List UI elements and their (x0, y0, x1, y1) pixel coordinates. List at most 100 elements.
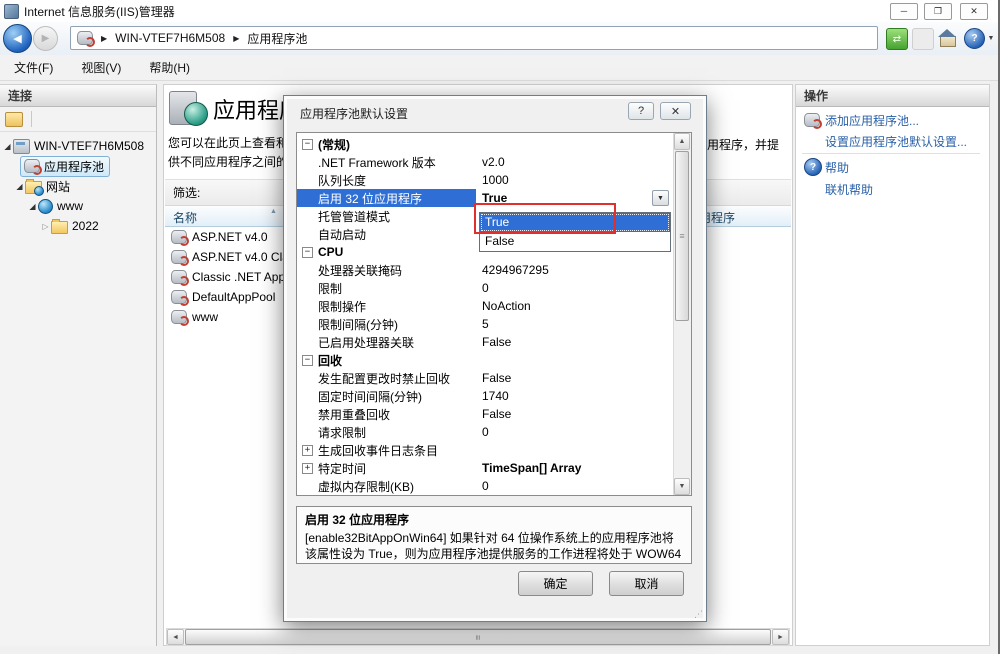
collapse-icon[interactable]: − (302, 355, 313, 366)
property-row-expandable[interactable]: + 生成回收事件日志条目 (297, 441, 674, 459)
app-pools-page-icon (169, 91, 197, 125)
page-intro-line1: 您可以在此页上查看和 (168, 134, 288, 151)
collapse-icon[interactable]: − (302, 139, 313, 150)
tree-item-label: www (57, 199, 83, 213)
tree-item-app-pools[interactable]: 应用程序池 (20, 156, 156, 176)
scroll-up-icon[interactable]: ▲ (674, 133, 690, 150)
tree-item-label: 2022 (72, 219, 99, 233)
column-header-name[interactable]: 名称 (173, 209, 197, 226)
resize-grip-icon[interactable]: ⋰ (694, 609, 703, 620)
iis-manager-window: Internet 信息服务(IIS)管理器 ─ ❐ ✕ ◀ ▶ ▶ WIN-VT… (0, 0, 1000, 654)
property-row[interactable]: 虚拟内存限制(KB) 0 (297, 477, 674, 495)
app-pool-icon (171, 230, 187, 244)
app-pool-icon (171, 250, 187, 264)
property-row[interactable]: 队列长度 1000 (297, 171, 674, 189)
tree-item-sites[interactable]: ◢ 网站 (14, 176, 156, 196)
save-connection-icon[interactable] (5, 112, 23, 127)
chevron-down-icon[interactable]: ▼ (986, 28, 996, 48)
menu-view[interactable]: 视图(V) (67, 59, 135, 76)
online-help-link[interactable]: 联机帮助 (825, 181, 873, 198)
property-row[interactable]: 处理器关联掩码 4294967295 (297, 261, 674, 279)
tree-item-server[interactable]: ◢ WIN-VTEF7H6M508 (2, 136, 156, 156)
help-link[interactable]: 帮助 (825, 159, 849, 176)
scroll-down-icon[interactable]: ▼ (674, 478, 690, 495)
property-row[interactable]: .NET Framework 版本 v2.0 (297, 153, 674, 171)
property-rows: − (常规) .NET Framework 版本 v2.0 队列长度 1000 … (297, 135, 674, 495)
scroll-left-icon[interactable]: ◄ (167, 629, 184, 645)
globe-icon (38, 199, 53, 214)
add-app-pool-icon (804, 113, 820, 127)
window-titlebar[interactable]: Internet 信息服务(IIS)管理器 ─ ❐ ✕ (0, 0, 1000, 22)
breadcrumb[interactable]: ▶ WIN-VTEF7H6M508 ▶ 应用程序池 (70, 26, 878, 50)
toolbar-separator (31, 111, 32, 127)
help-icon: ? (804, 158, 822, 176)
property-row[interactable]: 限制操作 NoAction (297, 297, 674, 315)
address-bar: ◀ ▶ ▶ WIN-VTEF7H6M508 ▶ 应用程序池 ⇄ ? ▼ (0, 22, 1000, 56)
property-row[interactable]: 发生配置更改时禁止回收 False (297, 369, 674, 387)
window-title: Internet 信息服务(IIS)管理器 (24, 3, 175, 20)
chevron-right-icon: ▶ (101, 34, 107, 43)
app-pool-icon (171, 310, 187, 324)
back-icon[interactable]: ◀ (3, 24, 32, 53)
expand-icon[interactable]: + (302, 445, 313, 456)
breadcrumb-server[interactable]: WIN-VTEF7H6M508 (115, 31, 225, 45)
cancel-button[interactable]: 取消 (609, 571, 684, 596)
property-description-box: 启用 32 位应用程序 [enable32BitAppOnWin64] 如果针对… (296, 506, 692, 564)
tree-item-2022[interactable]: ▷ 2022 (40, 216, 156, 236)
connections-panel: 连接 ◢ WIN-VTEF7H6M508 应用程序池 ◢ 网站 (0, 84, 157, 646)
page-intro-right-fragment: 用程序，并提 (707, 136, 779, 153)
vertical-scrollbar[interactable]: ▲ ≡ ▼ (673, 133, 691, 495)
property-row[interactable]: 禁用重叠回收 False (297, 405, 674, 423)
minimize-icon[interactable]: ─ (890, 3, 918, 20)
help-icon[interactable]: ? (964, 28, 985, 49)
scrollbar-thumb[interactable]: ≡ (185, 629, 771, 645)
dropdown-option-false[interactable]: False (480, 232, 670, 251)
app-pool-icon (171, 270, 187, 284)
connections-header: 连接 (0, 85, 156, 107)
folder-icon (51, 221, 68, 234)
tree-selection-highlight[interactable]: 应用程序池 (20, 156, 110, 177)
actions-divider (802, 153, 980, 154)
property-group-general[interactable]: − (常规) (297, 135, 674, 153)
home-icon[interactable] (938, 28, 958, 48)
ok-button[interactable]: 确定 (518, 571, 593, 596)
app-pool-name: Classic .NET App (192, 270, 285, 284)
dialog-help-icon[interactable]: ? (628, 102, 654, 120)
app-pool-name: DefaultAppPool (192, 290, 275, 304)
property-row[interactable]: 限制 0 (297, 279, 674, 297)
forward-icon[interactable]: ▶ (33, 26, 58, 51)
tree-expanded-icon[interactable]: ◢ (2, 142, 13, 151)
add-app-pool-link[interactable]: 添加应用程序池... (825, 112, 919, 129)
restart-icon[interactable]: ⇄ (886, 28, 908, 50)
breadcrumb-page[interactable]: 应用程序池 (247, 30, 307, 47)
property-group-recycling[interactable]: − 回收 (297, 351, 674, 369)
iis-app-icon (4, 4, 19, 19)
close-icon[interactable]: ✕ (960, 3, 988, 20)
tree-item-www[interactable]: ◢ www (27, 196, 156, 216)
expand-icon[interactable]: + (302, 463, 313, 474)
restore-icon[interactable]: ❐ (924, 3, 952, 20)
menu-help[interactable]: 帮助(H) (135, 59, 204, 76)
tree-expanded-icon[interactable]: ◢ (27, 202, 38, 211)
horizontal-scrollbar[interactable]: ◄ ≡ ► (166, 628, 790, 646)
filter-label: 筛选: (173, 184, 200, 201)
tree-expanded-icon[interactable]: ◢ (14, 182, 25, 191)
property-row[interactable]: 限制间隔(分钟) 5 (297, 315, 674, 333)
property-row[interactable]: 请求限制 0 (297, 423, 674, 441)
scrollbar-thumb[interactable]: ≡ (675, 151, 689, 321)
actions-panel: 操作 添加应用程序池... 设置应用程序池默认设置... ? 帮助 联机帮助 (795, 84, 990, 646)
collapse-icon[interactable]: − (302, 247, 313, 258)
set-app-pool-defaults-link[interactable]: 设置应用程序池默认设置... (825, 133, 967, 150)
stop-icon-disabled (912, 28, 934, 50)
dialog-close-icon[interactable]: ✕ (660, 102, 691, 120)
scroll-right-icon[interactable]: ► (772, 629, 789, 645)
property-row[interactable]: 固定时间间隔(分钟) 1740 (297, 387, 674, 405)
connections-tree: ◢ WIN-VTEF7H6M508 应用程序池 ◢ 网站 ◢ www (0, 132, 156, 236)
app-pool-name: www (192, 310, 218, 324)
property-description-title: 启用 32 位应用程序 (305, 511, 683, 528)
property-row-expandable[interactable]: + 特定时间 TimeSpan[] Array (297, 459, 674, 477)
menu-file[interactable]: 文件(F) (0, 59, 67, 76)
tree-collapsed-icon[interactable]: ▷ (40, 222, 51, 231)
property-row[interactable]: 已启用处理器关联 False (297, 333, 674, 351)
combo-dropdown-icon[interactable]: ▼ (652, 190, 669, 206)
